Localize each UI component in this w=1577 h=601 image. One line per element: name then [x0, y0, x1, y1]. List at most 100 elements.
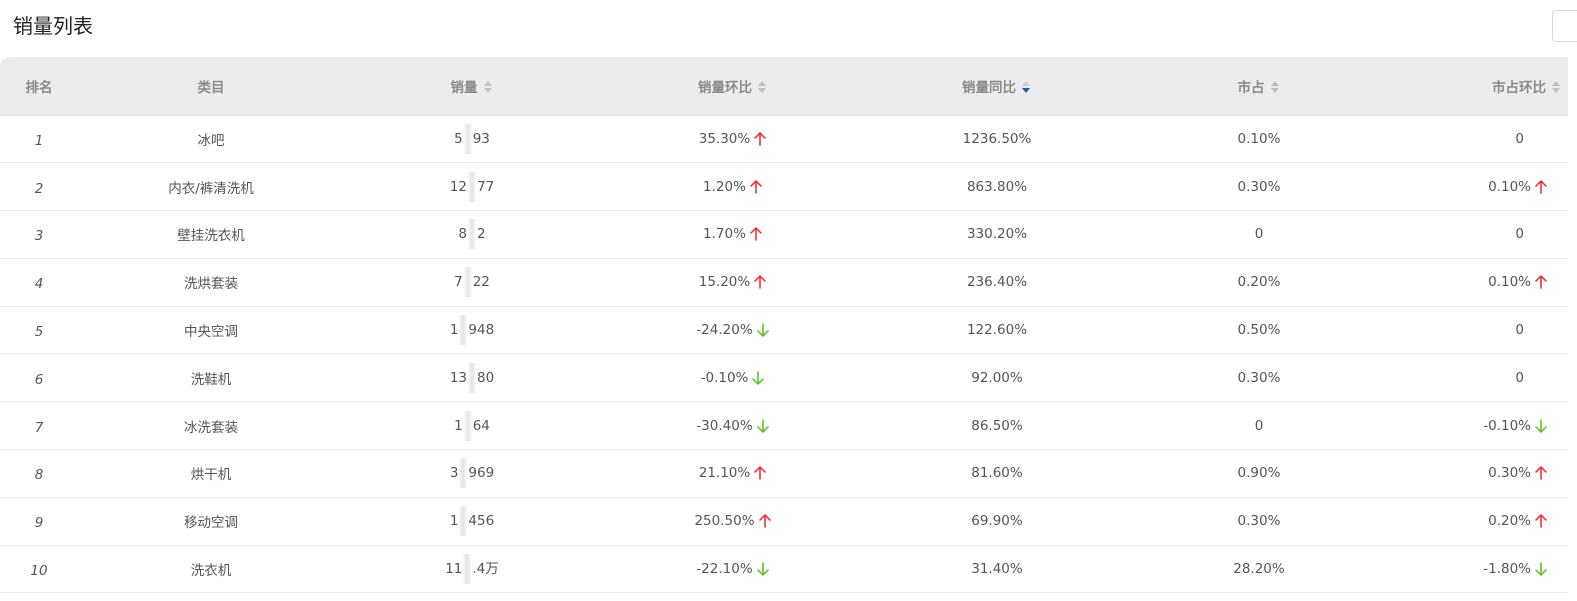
sales-cell: 1 948 [344, 306, 600, 355]
col-header-sales-yoy[interactable]: 销量同比 [866, 57, 1128, 116]
share-mom-cell: 0.10% [1390, 258, 1568, 307]
share-cell: 0.30% [1128, 162, 1390, 212]
sales-mom-cell: -24.20% [600, 306, 866, 355]
rank-cell: 6 [0, 353, 78, 403]
sales-cell: 11.4万 [344, 545, 600, 594]
col-header-share-mom[interactable]: 市占环比 [1390, 57, 1568, 116]
rank-cell: 9 [0, 497, 78, 546]
sales-cell: 12 77 [344, 162, 600, 212]
sales-mom-cell: 15.20% [600, 258, 866, 307]
sales-cell: 7 22 [344, 258, 600, 307]
redaction-blur [459, 458, 468, 489]
redaction-blur [463, 123, 472, 154]
share-cell: 0.10% [1128, 115, 1390, 164]
arrow-down-icon [752, 371, 765, 385]
redaction-blur [468, 171, 476, 202]
category-cell: 中央空调 [78, 306, 344, 355]
sales-mom-cell: 35.30% [600, 115, 866, 164]
category-cell: 洗鞋机 [78, 353, 344, 403]
top-right-control[interactable] [1552, 10, 1577, 42]
sales-mom-cell: 1.20% [600, 162, 866, 212]
category-cell: 烘干机 [78, 449, 344, 498]
sales-cell: 5 93 [344, 115, 600, 164]
arrow-up-icon [1535, 466, 1547, 481]
redaction-blur [459, 506, 468, 537]
sales-yoy-cell: 236.40% [866, 258, 1128, 307]
arrow-down-icon [756, 418, 769, 433]
redaction-blur [463, 554, 472, 585]
redaction-blur [463, 267, 472, 298]
share-cell: 28.20% [1128, 545, 1390, 594]
arrow-up-icon [750, 227, 762, 242]
share-mom-cell: 0 [1390, 306, 1568, 355]
redaction-blur [468, 219, 476, 250]
sort-icon[interactable] [758, 80, 768, 95]
category-cell: 壁挂洗衣机 [78, 210, 344, 259]
share-mom-cell: 0.20% [1390, 497, 1568, 546]
rank-cell: 10 [0, 545, 78, 594]
rank-cell: 5 [0, 306, 78, 355]
arrow-up-icon [754, 132, 766, 146]
sales-mom-cell: 21.10% [600, 449, 866, 498]
col-header-sales[interactable]: 销量 [344, 57, 600, 116]
arrow-up-icon [750, 179, 762, 194]
sales-mom-cell: -0.10% [600, 353, 866, 403]
rank-cell: 8 [0, 449, 78, 498]
category-cell: 冰吧 [78, 115, 344, 164]
category-cell: 移动空调 [78, 497, 344, 546]
redaction-blur [468, 362, 476, 393]
share-mom-cell: 0 [1390, 210, 1568, 259]
category-cell: 洗衣机 [78, 545, 344, 594]
share-cell: 0.20% [1128, 258, 1390, 307]
share-mom-cell: -0.10% [1390, 401, 1568, 451]
sort-icon[interactable] [1552, 80, 1562, 95]
rank-cell: 7 [0, 401, 78, 451]
redaction-blur [459, 315, 468, 346]
share-mom-cell: -1.80% [1390, 545, 1568, 594]
sales-yoy-cell: 330.20% [866, 210, 1128, 259]
table-row: 1 冰吧 5 93 35.30% 1236.50% 0.10% 0 [0, 115, 1568, 164]
sales-cell: 1 456 [344, 497, 600, 546]
table-row: 9 移动空调 1 456 250.50% 69.90% 0.30% 0.20% [0, 497, 1568, 546]
table-row: 5 中央空调 1 948 -24.20% 122.60% 0.50% 0 [0, 306, 1568, 355]
redaction-blur [463, 410, 472, 441]
page-title: 销量列表 [13, 14, 93, 38]
share-cell: 0 [1128, 401, 1390, 451]
sales-cell: 1 64 [344, 401, 600, 451]
rank-cell: 4 [0, 258, 78, 307]
share-cell: 0.50% [1128, 306, 1390, 355]
sales-yoy-cell: 69.90% [866, 497, 1128, 546]
arrow-up-icon [758, 514, 771, 529]
table-row: 3 壁挂洗衣机 82 1.70% 330.20% 0 0 [0, 210, 1568, 259]
rank-cell: 3 [0, 210, 78, 259]
col-header-share[interactable]: 市占 [1128, 57, 1390, 116]
table-header-row: 排名 类目 销量 销量环比 销量同比 市占 市占环比 [0, 57, 1568, 116]
sort-desc-active-icon[interactable] [1022, 80, 1032, 95]
arrow-down-icon [1535, 562, 1547, 576]
sales-mom-cell: -22.10% [600, 545, 866, 594]
arrow-up-icon [754, 466, 766, 481]
arrow-up-icon [1535, 275, 1547, 290]
share-cell: 0.90% [1128, 449, 1390, 498]
sort-icon[interactable] [483, 80, 494, 95]
sales-yoy-cell: 863.80% [866, 162, 1128, 212]
col-header-sales-mom[interactable]: 销量环比 [600, 57, 866, 116]
sales-yoy-cell: 31.40% [866, 545, 1128, 594]
sort-icon[interactable] [1270, 80, 1281, 95]
sales-yoy-cell: 1236.50% [866, 115, 1128, 164]
arrow-up-icon [754, 275, 766, 290]
table-row: 7 冰洗套装 1 64 -30.40% 86.50% 0 -0.10% [0, 401, 1568, 451]
table-row: 8 烘干机 3 969 21.10% 81.60% 0.90% 0.30% [0, 449, 1568, 498]
sales-yoy-cell: 81.60% [866, 449, 1128, 498]
share-mom-cell: 0 [1390, 353, 1568, 403]
sales-cell: 13 80 [344, 353, 600, 403]
category-cell: 洗烘套装 [78, 258, 344, 307]
table-row: 4 洗烘套装 7 22 15.20% 236.40% 0.20% 0.10% [0, 258, 1568, 307]
share-cell: 0.30% [1128, 497, 1390, 546]
col-header-category: 类目 [78, 57, 344, 116]
sales-cell: 82 [344, 210, 600, 259]
sales-mom-cell: 250.50% [600, 497, 866, 546]
sales-yoy-cell: 122.60% [866, 306, 1128, 355]
share-mom-cell: 0.10% [1390, 162, 1568, 212]
sales-table: 排名 类目 销量 销量环比 销量同比 市占 市占环比 1 冰吧 5 93 35.3… [0, 57, 1568, 594]
